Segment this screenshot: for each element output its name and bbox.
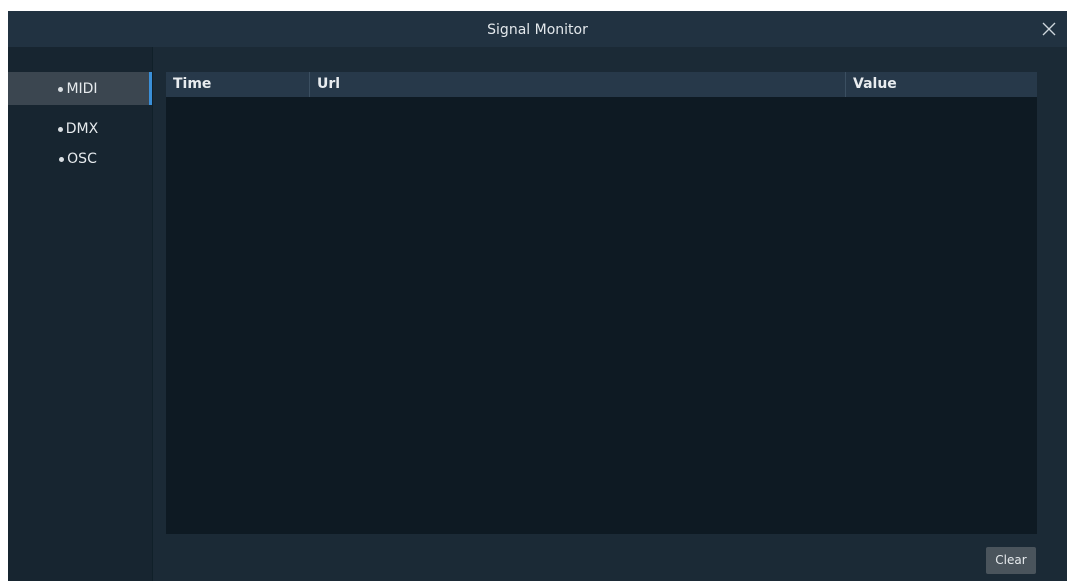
sidebar-item-osc[interactable]: OSC [8,142,152,175]
sidebar-item-label: OSC [67,150,97,167]
close-icon [1042,22,1056,36]
bullet-icon [57,126,63,132]
window-title: Signal Monitor [487,22,588,38]
sidebar-item-label: DMX [65,120,99,137]
close-button[interactable] [1031,11,1067,47]
column-header-url[interactable]: Url [309,72,845,97]
sidebar-item-dmx[interactable]: DMX [8,112,152,145]
column-header-value[interactable]: Value [845,72,1037,97]
bullet-icon [59,156,65,162]
bullet-icon [58,86,64,92]
signal-monitor-window: Signal Monitor MIDI DMX OSC Time Url Val… [8,11,1067,581]
active-indicator [149,72,152,105]
sidebar-item-midi[interactable]: MIDI [8,72,152,105]
table-header: Time Url Value [166,72,1037,97]
protocol-sidebar: MIDI DMX OSC [8,47,153,581]
clear-button[interactable]: Clear [986,547,1036,574]
signal-table[interactable]: Time Url Value [166,72,1037,534]
column-header-time[interactable]: Time [166,72,309,97]
title-bar: Signal Monitor [8,11,1067,47]
sidebar-item-label: MIDI [66,80,98,97]
